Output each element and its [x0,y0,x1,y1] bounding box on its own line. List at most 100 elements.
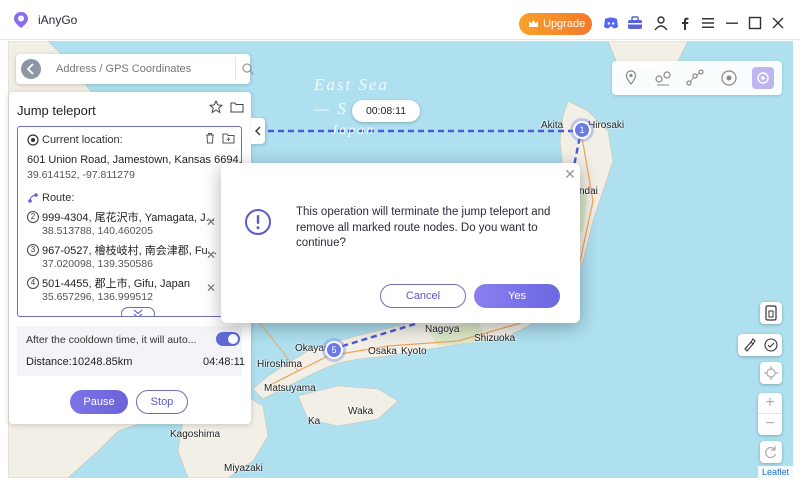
crosshair-icon [764,366,778,380]
tool-group [738,334,782,356]
remove-route-item-button[interactable]: ✕ [206,215,216,229]
flashlight-icon[interactable] [738,334,760,356]
city-nagoya: Nagoya [425,324,460,335]
route-item-coords: 35.657296, 136.999512 [42,291,153,303]
current-address: 601 Union Road, Jamestown, Kansas 6694..… [27,154,242,166]
sea-label-line2: — S [314,99,348,118]
upgrade-label: Upgrade [543,18,586,30]
dialog-message: This operation will terminate the jump t… [296,206,551,249]
two-spot-mode-icon[interactable] [652,67,674,89]
distance-readout: Distance:10248.85km [26,356,133,368]
menu-icon[interactable] [699,14,717,32]
route-item-number: 2 [27,211,39,223]
city-osaka: Osaka [368,346,397,357]
map-pin-target-icon[interactable] [760,334,782,356]
chevron-double-down-icon [133,309,143,316]
close-icon[interactable] [769,14,787,32]
route-item-number: 4 [27,277,39,289]
arrow-left-icon [26,63,34,75]
joystick-mode-icon[interactable] [718,67,740,89]
confirm-dialog: ✕ This operation will terminate the jump… [221,163,580,323]
jump-teleport-mode-icon[interactable] [752,67,774,89]
chevron-left-icon [255,126,261,136]
remove-route-item-button[interactable]: ✕ [206,248,216,262]
expand-route-button[interactable] [121,307,155,316]
facebook-icon[interactable] [676,14,694,32]
minimize-icon[interactable] [723,14,741,32]
jump-teleport-panel: Jump teleport Current location: 601 Unio… [9,92,251,424]
route-marker-5-label: 5 [331,345,337,355]
phone-icon [765,305,777,321]
city-kagoshima: Kagoshima [170,429,221,440]
user-icon[interactable] [652,14,670,32]
city-waka: Waka [348,406,374,417]
cancel-button[interactable]: Cancel [380,284,466,308]
multi-spot-mode-icon[interactable] [684,67,706,89]
trash-icon[interactable] [204,132,216,144]
route-marker-1-label: 1 [579,125,585,135]
crown-icon [529,20,538,27]
device-switch-button[interactable] [760,302,782,324]
panel-title: Jump teleport [17,103,96,118]
sea-label-line1: East Sea [314,75,390,94]
city-sendai: ndai [579,186,598,197]
route-marker-5[interactable]: 5 [325,341,343,359]
maximize-icon[interactable] [746,14,764,32]
stop-button[interactable]: Stop [136,390,188,414]
search-icon[interactable] [241,62,255,76]
cooldown-toggle[interactable] [216,332,240,346]
locate-button[interactable] [760,362,782,384]
cooldown-settings: After the cooldown time, it will auto...… [17,326,246,376]
import-folder-icon[interactable] [230,100,244,114]
teleport-mode-icon[interactable] [620,67,642,89]
route-item-coords: 37.020098, 139.350586 [42,258,153,270]
route-item-coords: 38.513788, 140.460205 [42,225,153,237]
route-item-number: 3 [27,244,39,256]
refresh-icon [765,446,777,459]
reset-view-button[interactable] [760,441,782,463]
favorite-star-icon[interactable] [209,100,223,114]
current-coords: 39.614152, -97.811279 [27,169,135,181]
back-button[interactable] [21,59,41,79]
city-kyoto: Kyoto [401,346,427,357]
city-akita: Akita [541,120,564,131]
dialog-close-icon[interactable]: ✕ [563,167,577,181]
zoom-control: + − [758,393,782,435]
save-route-folder-icon[interactable] [222,132,235,144]
collapse-panel-button[interactable] [251,118,265,144]
search-bar [16,54,254,84]
city-hirosaki: Hirosaki [588,120,625,131]
leaflet-attribution[interactable]: Leaflet [757,466,793,478]
city-matsuyama: Matsuyama [264,383,316,394]
countdown-pill: 00:08:11 [352,100,420,122]
app-logo-icon [14,12,28,28]
toolbox-icon[interactable] [626,14,644,32]
route-marker-1[interactable]: 1 [573,121,591,139]
cooldown-text: After the cooldown time, it will auto... [26,334,197,346]
route-item-address: 999-4304, 尾花沢市, Yamagata, J... [42,212,215,224]
upgrade-button[interactable]: Upgrade [519,13,592,35]
yes-button[interactable]: Yes [474,284,560,308]
search-input[interactable] [50,57,236,81]
sea-label-line3: Japan [331,123,376,138]
app-title: iAnyGo [38,13,78,27]
route-icon [28,193,38,203]
title-bar: iAnyGo Upgrade [0,0,800,40]
city-shizuoka: Shizuoka [474,333,516,344]
warning-info-icon [245,209,271,235]
route-list: Current location: 601 Union Road, Jamest… [17,126,242,317]
discord-icon[interactable] [602,14,620,32]
remove-route-item-button[interactable]: ✕ [206,281,216,295]
city-ka: Ka [308,416,321,427]
route-item-address: 967-0527, 檜枝岐村, 南会津郡, Fu... [42,245,217,257]
route-item-address: 501-4455, 郡上市, Gifu, Japan [42,278,190,290]
remaining-time: 04:48:11 [203,356,246,368]
city-hiroshima: Hiroshima [257,359,303,370]
mode-toolbar [612,61,782,95]
route-label: Route: [42,192,75,204]
zoom-out-button[interactable]: − [758,414,782,435]
pause-button[interactable]: Pause [70,390,128,414]
city-miyazaki: Miyazaki [224,463,263,474]
current-location-icon [27,134,39,146]
zoom-in-button[interactable]: + [758,393,782,414]
